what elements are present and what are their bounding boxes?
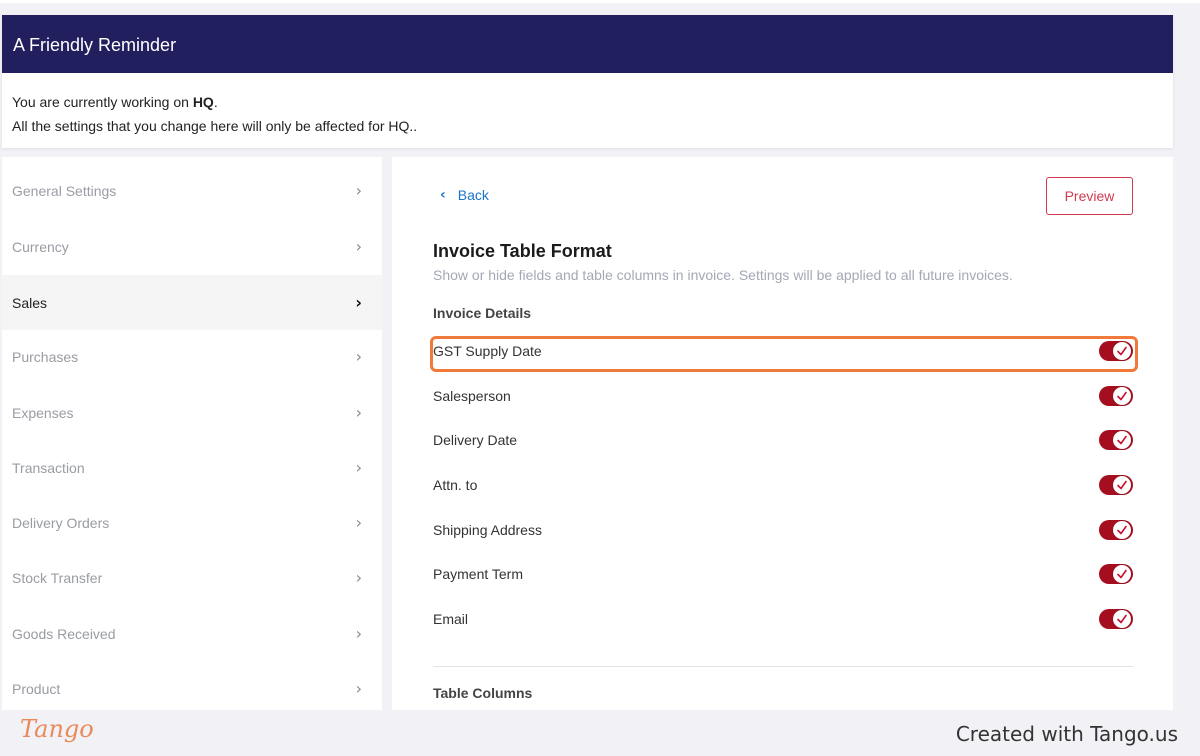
reminder-line-1-suffix: . [213, 94, 218, 110]
setting-label: Payment Term [433, 566, 523, 582]
back-link[interactable]: ‹ Back [440, 187, 489, 203]
reminder-line-1-prefix: You are currently working on [12, 94, 193, 110]
chevron-right-icon: › [355, 347, 362, 366]
delivery-date-toggle[interactable] [1099, 430, 1133, 450]
sidebar-item-currency[interactable]: Currency › [2, 219, 382, 274]
reminder-line-1: You are currently working on HQ. [12, 90, 1173, 114]
sidebar-item-label: Expenses [12, 404, 74, 421]
sidebar-item-purchases[interactable]: Purchases › [2, 329, 382, 384]
sidebar-item-sales[interactable]: Sales › [2, 275, 382, 330]
setting-label: Shipping Address [433, 522, 542, 538]
sidebar-item-label: Transaction [12, 459, 85, 476]
attn-to-toggle[interactable] [1099, 475, 1133, 495]
setting-label: Salesperson [433, 388, 511, 404]
shipping-address-toggle[interactable] [1099, 520, 1133, 540]
invoice-format-panel: ‹ Back Preview Invoice Table Format Show… [392, 157, 1173, 710]
back-label: Back [457, 187, 489, 203]
chevron-right-icon: › [355, 458, 362, 477]
setting-label: Attn. to [433, 477, 478, 493]
check-icon [1113, 431, 1131, 449]
chevron-right-icon: › [355, 181, 362, 200]
sidebar-item-label: Product [12, 680, 61, 697]
sidebar-item-product[interactable]: Product › [2, 661, 382, 710]
sidebar-item-expenses[interactable]: Expenses › [2, 385, 382, 440]
chevron-right-icon: › [355, 237, 362, 256]
created-with-text: Created with Tango.us [955, 722, 1178, 746]
tango-footer: Tango Created with Tango.us [0, 710, 1200, 756]
setting-row-shipping-address: Shipping Address [433, 520, 1133, 544]
sidebar-item-general-settings[interactable]: General Settings › [2, 163, 382, 218]
top-strip [0, 0, 1200, 3]
sidebar-item-delivery-orders[interactable]: Delivery Orders › [2, 495, 382, 550]
setting-row-email: Email [433, 609, 1133, 633]
chevron-right-icon: › [355, 293, 362, 312]
setting-row-salesperson: Salesperson [433, 386, 1133, 410]
sidebar-item-label: Goods Received [12, 625, 116, 642]
sidebar-item-label: Purchases [12, 348, 79, 365]
section-divider [433, 666, 1133, 667]
reminder-line-2: All the settings that you change here wi… [12, 118, 418, 134]
reminder-location: HQ [192, 94, 214, 110]
reminder-body: You are currently working on HQ. All the… [2, 73, 1173, 138]
setting-label: Delivery Date [433, 432, 518, 448]
setting-row-payment-term: Payment Term [433, 564, 1133, 588]
preview-button[interactable]: Preview [1046, 177, 1133, 215]
setting-label: GST Supply Date [433, 343, 542, 359]
check-icon [1113, 610, 1131, 628]
setting-row-delivery-date: Delivery Date [433, 430, 1133, 454]
sidebar-item-label: Stock Transfer [12, 569, 103, 586]
check-icon [1113, 387, 1131, 405]
table-columns-heading: Table Columns [433, 685, 533, 701]
payment-term-toggle[interactable] [1099, 564, 1133, 584]
check-icon [1113, 476, 1131, 494]
reminder-card: A Friendly Reminder You are currently wo… [2, 15, 1173, 148]
gst-supply-date-toggle[interactable] [1099, 341, 1133, 361]
settings-sidebar: General Settings › Currency › Sales › Pu… [2, 157, 382, 710]
setting-label: Email [433, 611, 469, 627]
sidebar-item-transaction[interactable]: Transaction › [2, 440, 382, 495]
email-toggle[interactable] [1099, 609, 1133, 629]
chevron-right-icon: › [355, 568, 362, 587]
page-title: Invoice Table Format [433, 241, 612, 261]
chevron-right-icon: › [355, 513, 362, 532]
check-icon [1113, 342, 1131, 360]
sidebar-item-stock-transfer[interactable]: Stock Transfer › [2, 550, 382, 605]
page-subtitle: Show or hide fields and table columns in… [433, 267, 1013, 283]
sidebar-item-label: Currency [12, 238, 69, 255]
sidebar-item-label: Sales [12, 294, 48, 311]
chevron-right-icon: › [355, 679, 362, 698]
salesperson-toggle[interactable] [1099, 386, 1133, 406]
sidebar-item-label: Delivery Orders [12, 514, 110, 531]
setting-row-attn-to: Attn. to [433, 475, 1133, 499]
chevron-left-icon: ‹ [440, 187, 446, 203]
sidebar-item-goods-received[interactable]: Goods Received › [2, 606, 382, 661]
setting-row-gst-supply-date: GST Supply Date [433, 341, 1133, 365]
check-icon [1113, 521, 1131, 539]
chevron-right-icon: › [355, 403, 362, 422]
reminder-title: A Friendly Reminder [2, 15, 1173, 73]
invoice-details-heading: Invoice Details [433, 305, 532, 321]
check-icon [1113, 565, 1131, 583]
tango-logo: Tango [20, 715, 94, 743]
sidebar-item-label: General Settings [12, 182, 117, 199]
chevron-right-icon: › [355, 624, 362, 643]
